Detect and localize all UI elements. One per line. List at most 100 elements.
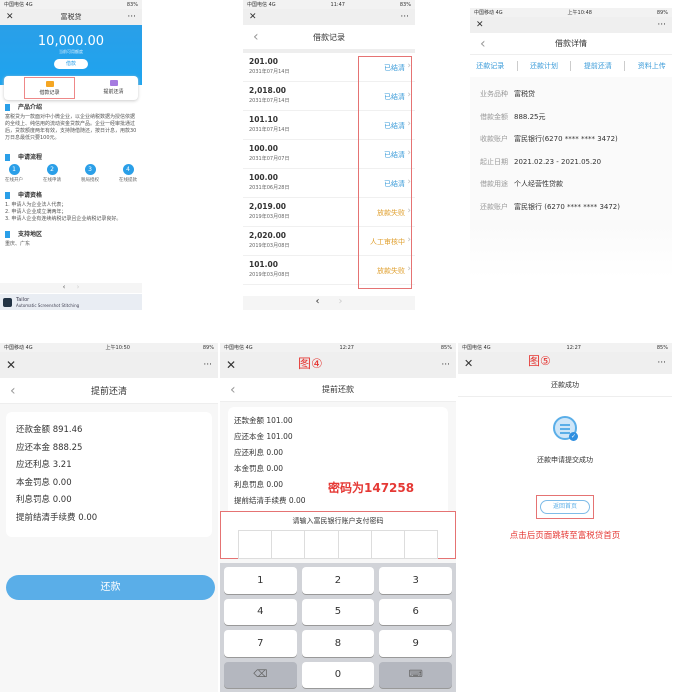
step-label: 在线提款 [119, 178, 137, 183]
close-icon[interactable]: ✕ [6, 358, 16, 372]
more-icon[interactable]: ··· [400, 12, 409, 22]
carrier: 中国电信 4G [247, 2, 276, 8]
tab-divider [516, 61, 518, 71]
field-value: 2021.02.23 - 2021.05.20 [514, 157, 602, 166]
flow-steps: 1 在线开户 2 在线申请 3 税局授权 4 在线提款 [5, 164, 137, 184]
password-input[interactable] [238, 530, 438, 559]
close-icon[interactable]: ✕ [6, 12, 14, 22]
card-icon [109, 80, 118, 86]
page-title: 还款成功 [458, 374, 672, 397]
tab-3[interactable]: 提前还清 [584, 61, 612, 71]
borrow-button[interactable]: 借款 [54, 59, 88, 69]
summary-line: 本金罚息 0.00 [234, 464, 284, 473]
available-amount: 10,000.00 [37, 34, 105, 49]
field-value: 888.25元 [514, 112, 546, 121]
summary-line: 应还利息 3.21 [16, 460, 72, 470]
field-value: 富民银行(6270 **** **** 3472) [514, 135, 618, 143]
back-icon[interactable]: ‹ [230, 382, 236, 398]
battery: 83% [399, 1, 411, 8]
key-1[interactable]: 1 [224, 567, 297, 594]
battery: 85% [440, 344, 452, 351]
key-5[interactable]: 5 [301, 598, 375, 625]
battery: 83% [126, 1, 138, 8]
field-label: 还款账户 [480, 202, 508, 211]
page-title: 借款记录 [313, 32, 345, 42]
page-title: 提前还清 [90, 387, 127, 397]
time: 12:27 [339, 344, 354, 351]
browser-nav: ‹ › [243, 296, 415, 310]
qual-list: 1. 申请人为企业法人代表； 2. 申请人企业成立满两年； 3. 申请人企业有连续纳… [5, 202, 137, 223]
battery: 89% [202, 344, 214, 351]
panel-repay-success: 中国电信 4G 12:27 85% ✕ ··· 图⑤ 还款成功 ✓ 还款申请提交成功 … [458, 343, 672, 563]
field-label: 业务品种 [480, 90, 508, 98]
close-icon[interactable]: ✕ [249, 12, 257, 22]
key-4[interactable]: 4 [224, 598, 297, 625]
tab-4[interactable]: 资料上传 [638, 61, 666, 71]
qualification-item: 2. 申请人企业成立满两年； [5, 209, 67, 215]
forward-arrow-icon[interactable]: › [339, 296, 343, 307]
close-icon[interactable]: ✕ [476, 20, 484, 30]
section-region-title: 支持地区 [5, 231, 137, 238]
more-icon[interactable]: ··· [657, 20, 666, 30]
key-3[interactable]: 3 [379, 567, 452, 594]
redirect-note: 点击后页面跳转至富税贷首页 [509, 531, 621, 541]
summary-line: 还款金额 891.46 [16, 425, 83, 435]
back-icon[interactable]: ‹ [10, 383, 16, 399]
hide-keyboard-key[interactable]: ⌨ [379, 661, 452, 688]
field-label: 借款金额 [480, 112, 508, 121]
back-arrow-icon[interactable]: ‹ [63, 283, 66, 291]
page-title: 富税贷 [60, 13, 82, 21]
tile-early-repay[interactable]: 提前还清 [89, 76, 138, 100]
page-title: 提前还款 [322, 385, 354, 394]
field-value: 富民银行 (6270 **** **** 3472) [514, 202, 620, 211]
step-number: 3 [84, 164, 96, 175]
key-2[interactable]: 2 [301, 567, 375, 594]
close-icon[interactable]: ✕ [464, 357, 473, 370]
back-icon[interactable]: ‹ [253, 29, 259, 45]
tile-label: 借款记录 [39, 90, 60, 96]
more-icon[interactable]: ··· [203, 360, 212, 370]
flow-step: 2 在线申请 [43, 164, 61, 184]
forward-arrow-icon[interactable]: › [77, 283, 80, 291]
tab-2[interactable]: 还款计划 [530, 61, 558, 71]
section-flow-title: 申请流程 [5, 154, 137, 161]
more-icon[interactable]: ··· [441, 360, 450, 370]
key-7[interactable]: 7 [224, 630, 297, 657]
field-label: 收款账户 [480, 135, 508, 143]
detail-field: 收款账户 富民银行(6270 **** **** 3472) [480, 134, 662, 144]
detail-field: 起止日期 2021.02.23 - 2021.05.20 [480, 157, 662, 167]
more-icon[interactable]: ··· [657, 358, 666, 368]
tab-1[interactable]: 还款记录 [476, 61, 504, 71]
key-9[interactable]: 9 [379, 630, 452, 657]
carrier: 中国电信 4G [4, 2, 33, 8]
time: 上午10:48 [567, 10, 592, 16]
browser-nav: ‹ › [0, 283, 142, 293]
password-hint: 密码为147258 [328, 481, 415, 495]
panel-early-payoff: 中国移动 4G 上午10:50 89% ✕ ··· ‹ 提前还清 还款金额 891.46… [0, 343, 218, 692]
summary-line: 应还利息 0.00 [234, 448, 284, 457]
return-home-button[interactable]: 返回首页 [540, 500, 590, 514]
detail-tabs: 还款记录 还款计划 提前还清 资料上传 [470, 55, 672, 77]
tile-loan-records[interactable]: 借款记录 [24, 77, 75, 99]
step-number: 4 [122, 164, 134, 175]
close-icon[interactable]: ✕ [226, 358, 236, 372]
qualification-item: 1. 申请人为企业法人代表； [5, 202, 67, 208]
back-arrow-icon[interactable]: ‹ [315, 296, 319, 307]
flow-step: 1 在线开户 [5, 164, 23, 184]
key-6[interactable]: 6 [379, 598, 452, 625]
flow-step: 3 税局授权 [81, 164, 99, 184]
repay-button[interactable]: 还款 [6, 575, 215, 600]
key-8[interactable]: 8 [301, 630, 375, 657]
tab-divider [570, 61, 572, 71]
back-icon[interactable]: ‹ [480, 36, 486, 52]
panel-loan-records: 中国电信 4G 11:47 83% ✕ ··· ‹ 借款记录 201.00 2031年07… [243, 0, 415, 310]
repay-summary-card: 还款金额 891.46 应还本金 888.25 应还利息 3.21 本金罚息 0.00… [6, 412, 212, 537]
section-intro-title: 产品介绍 [5, 104, 137, 111]
intro-text: 富税贷为一款面对中小微企业，以企业纳税数据为授信依据的全线上、纯信用的流动资金贷… [5, 114, 137, 141]
step-label: 税局授权 [81, 178, 99, 183]
key-0[interactable]: 0 [301, 661, 375, 688]
more-icon[interactable]: ··· [127, 12, 136, 22]
time: 上午10:50 [105, 345, 130, 351]
detail-field: 业务品种 富税贷 [480, 89, 662, 99]
backspace-key[interactable]: ⌫ [224, 661, 297, 688]
